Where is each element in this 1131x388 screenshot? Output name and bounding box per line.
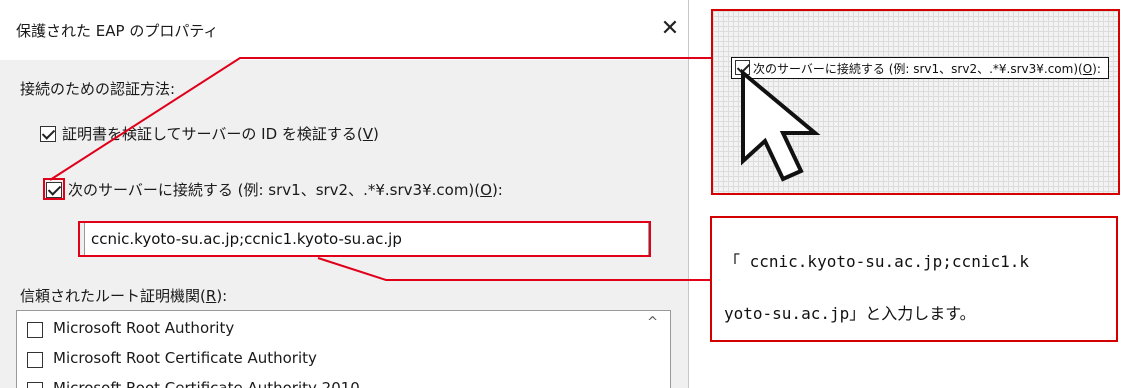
leader-line-checkbox — [49, 57, 711, 181]
annotation-lines — [49, 57, 711, 281]
leader-line-input — [317, 257, 710, 281]
